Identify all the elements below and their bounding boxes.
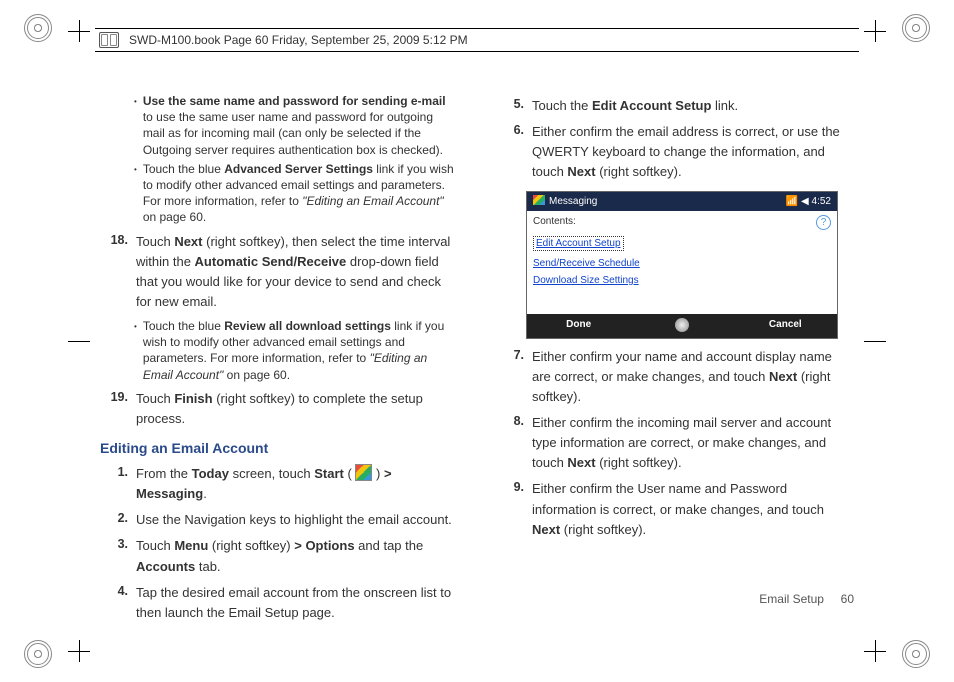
- windows-flag-icon: [533, 195, 545, 205]
- section-heading: Editing an Email Account: [100, 439, 458, 458]
- step-2: 2.Use the Navigation keys to highlight t…: [100, 510, 458, 530]
- windows-start-icon: [355, 464, 372, 481]
- bullet-item: •Touch the blue Review all download sett…: [134, 318, 458, 383]
- bullet-item: •Touch the blue Advanced Server Settings…: [134, 161, 458, 226]
- step-18: 18.Touch Next (right softkey), then sele…: [100, 232, 458, 313]
- windows-button-icon: [675, 318, 689, 332]
- help-icon: ?: [816, 215, 831, 230]
- step-19: 19.Touch Finish (right softkey) to compl…: [100, 389, 458, 429]
- screenshot-link: Send/Receive Schedule: [533, 257, 831, 271]
- crop-mark-icon: [68, 640, 90, 662]
- screenshot-titlebar: Messaging 📶 ◀ 4:52: [527, 192, 837, 212]
- page-header: SWD-M100.book Page 60 Friday, September …: [95, 28, 859, 52]
- step-3: 3.Touch Menu (right softkey) > Options a…: [100, 536, 458, 576]
- registration-mark-icon: [24, 640, 52, 668]
- step-6: 6.Either confirm the email address is co…: [496, 122, 854, 182]
- step-4: 4.Tap the desired email account from the…: [100, 583, 458, 623]
- right-column: 5.Touch the Edit Account Setup link. 6.E…: [496, 90, 854, 612]
- registration-mark-icon: [902, 14, 930, 42]
- page-footer: Email Setup 60: [759, 592, 854, 606]
- step-5: 5.Touch the Edit Account Setup link.: [496, 96, 854, 116]
- screenshot-link: Download Size Settings: [533, 274, 831, 288]
- crop-mark-icon: [864, 330, 886, 352]
- signal-icon: 📶 ◀: [786, 196, 809, 207]
- screenshot: Messaging 📶 ◀ 4:52 ? Contents: Edit Acco…: [526, 191, 838, 339]
- screenshot-footer: Done Cancel: [527, 314, 837, 338]
- crop-mark-icon: [68, 330, 90, 352]
- step-8: 8.Either confirm the incoming mail serve…: [496, 413, 854, 473]
- left-column: •Use the same name and password for send…: [100, 90, 458, 612]
- screenshot-body: ? Contents: Edit Account Setup Send/Rece…: [527, 211, 837, 314]
- crop-mark-icon: [68, 20, 90, 42]
- screenshot-link: Edit Account Setup: [533, 236, 624, 252]
- step-7: 7.Either confirm your name and account d…: [496, 347, 854, 407]
- step-9: 9.Either confirm the User name and Passw…: [496, 479, 854, 539]
- registration-mark-icon: [902, 640, 930, 668]
- crop-mark-icon: [864, 640, 886, 662]
- crop-mark-icon: [864, 20, 886, 42]
- header-text: SWD-M100.book Page 60 Friday, September …: [129, 33, 468, 47]
- step-1: 1.From the Today screen, touch Start ( )…: [100, 464, 458, 504]
- book-icon: [99, 32, 119, 48]
- registration-mark-icon: [24, 14, 52, 42]
- bullet-item: •Use the same name and password for send…: [134, 93, 458, 158]
